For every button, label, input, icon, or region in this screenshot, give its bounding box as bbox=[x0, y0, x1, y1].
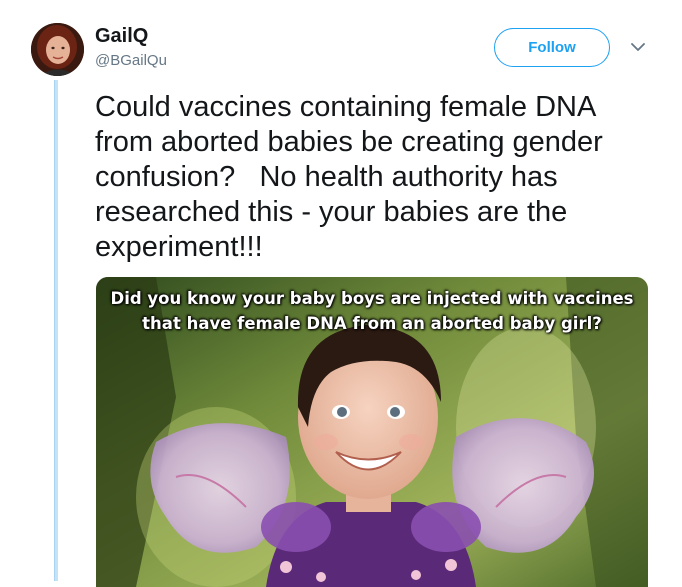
tweet-media-image[interactable]: Did you know your baby boys are injected… bbox=[96, 277, 648, 587]
media-overlay-caption: Did you know your baby boys are injected… bbox=[110, 289, 634, 333]
chevron-down-icon[interactable] bbox=[629, 40, 647, 54]
thread-connector-line bbox=[54, 80, 58, 581]
author-name[interactable]: GailQ bbox=[95, 25, 148, 48]
follow-button[interactable]: Follow bbox=[494, 28, 610, 67]
author-handle[interactable]: @BGailQu bbox=[95, 52, 167, 69]
author-avatar[interactable] bbox=[31, 23, 84, 76]
tweet-text: Could vaccines containing female DNA fro… bbox=[95, 91, 611, 263]
